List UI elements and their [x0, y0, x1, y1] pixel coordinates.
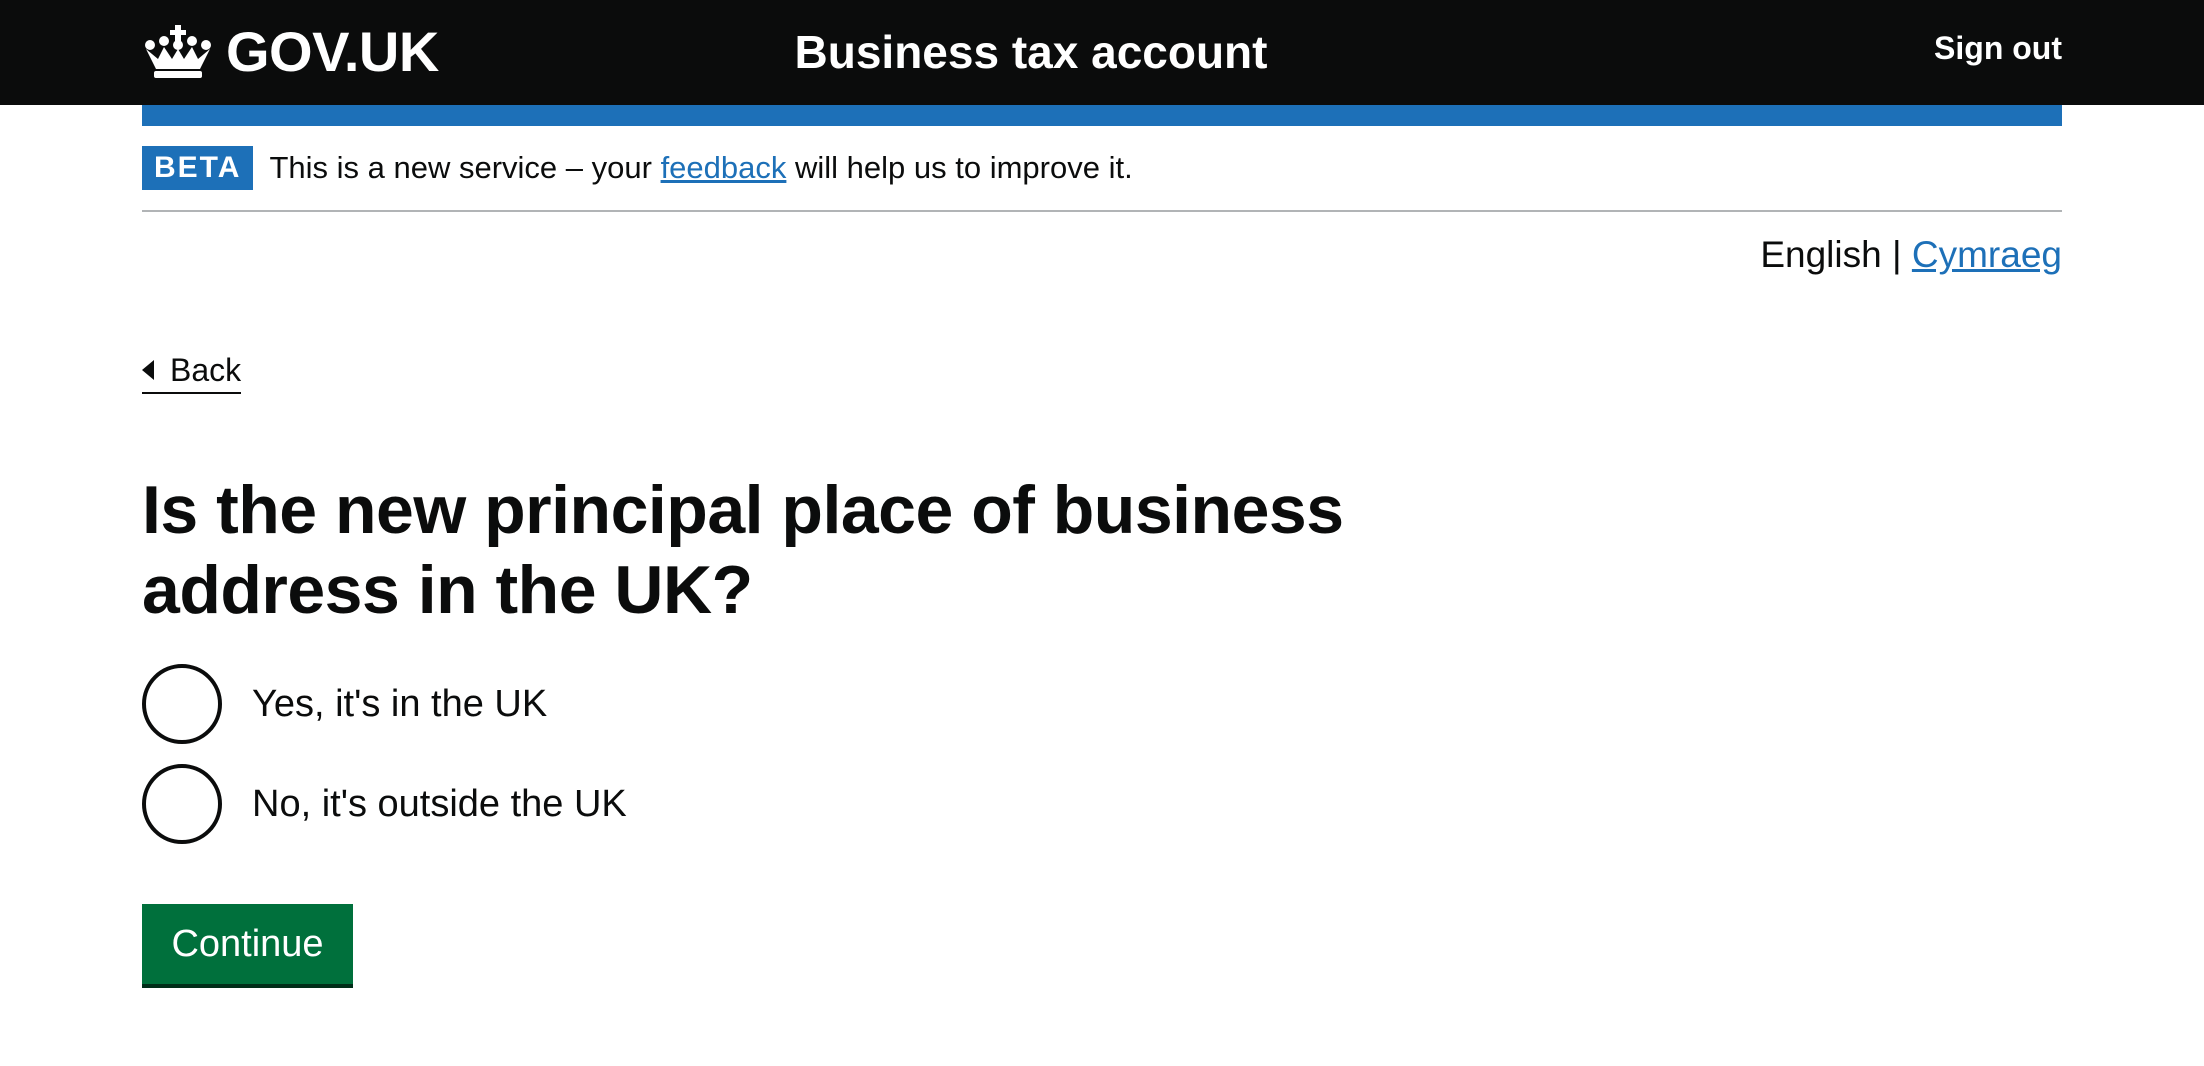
- service-name-link[interactable]: Business tax account: [795, 22, 1268, 82]
- header-blue-bar: [142, 105, 2062, 126]
- radio-option-yes[interactable]: Yes, it's in the UK: [142, 664, 547, 744]
- continue-button[interactable]: Continue: [142, 904, 353, 984]
- phase-banner-text: This is a new service – your feedback wi…: [269, 146, 1132, 190]
- phase-text-after: will help us to improve it.: [795, 150, 1133, 185]
- back-arrow-icon: [142, 360, 154, 380]
- radio-button-no[interactable]: [142, 764, 222, 844]
- sign-out-link[interactable]: Sign out: [1934, 26, 2062, 70]
- radio-label-yes[interactable]: Yes, it's in the UK: [252, 679, 547, 729]
- language-cymraeg-link[interactable]: Cymraeg: [1912, 234, 2062, 275]
- phase-text-before: This is a new service – your: [269, 150, 652, 185]
- language-toggle: English | Cymraeg: [1760, 230, 2062, 280]
- radio-option-no[interactable]: No, it's outside the UK: [142, 764, 627, 844]
- radio-button-yes[interactable]: [142, 664, 222, 744]
- radio-label-no[interactable]: No, it's outside the UK: [252, 779, 627, 829]
- page-heading: Is the new principal place of business a…: [142, 472, 1344, 628]
- language-separator: |: [1891, 234, 1902, 275]
- site-header: GOV.UK Business tax account Sign out: [0, 0, 2204, 105]
- back-link-label: Back: [170, 351, 242, 388]
- language-current: English: [1760, 234, 1882, 275]
- beta-tag: BETA: [142, 146, 254, 190]
- phase-banner: BETA This is a new service – your feedba…: [142, 146, 2062, 212]
- feedback-link[interactable]: feedback: [661, 150, 787, 185]
- back-link[interactable]: Back: [142, 348, 242, 394]
- service-name: Business tax account: [0, 22, 2062, 82]
